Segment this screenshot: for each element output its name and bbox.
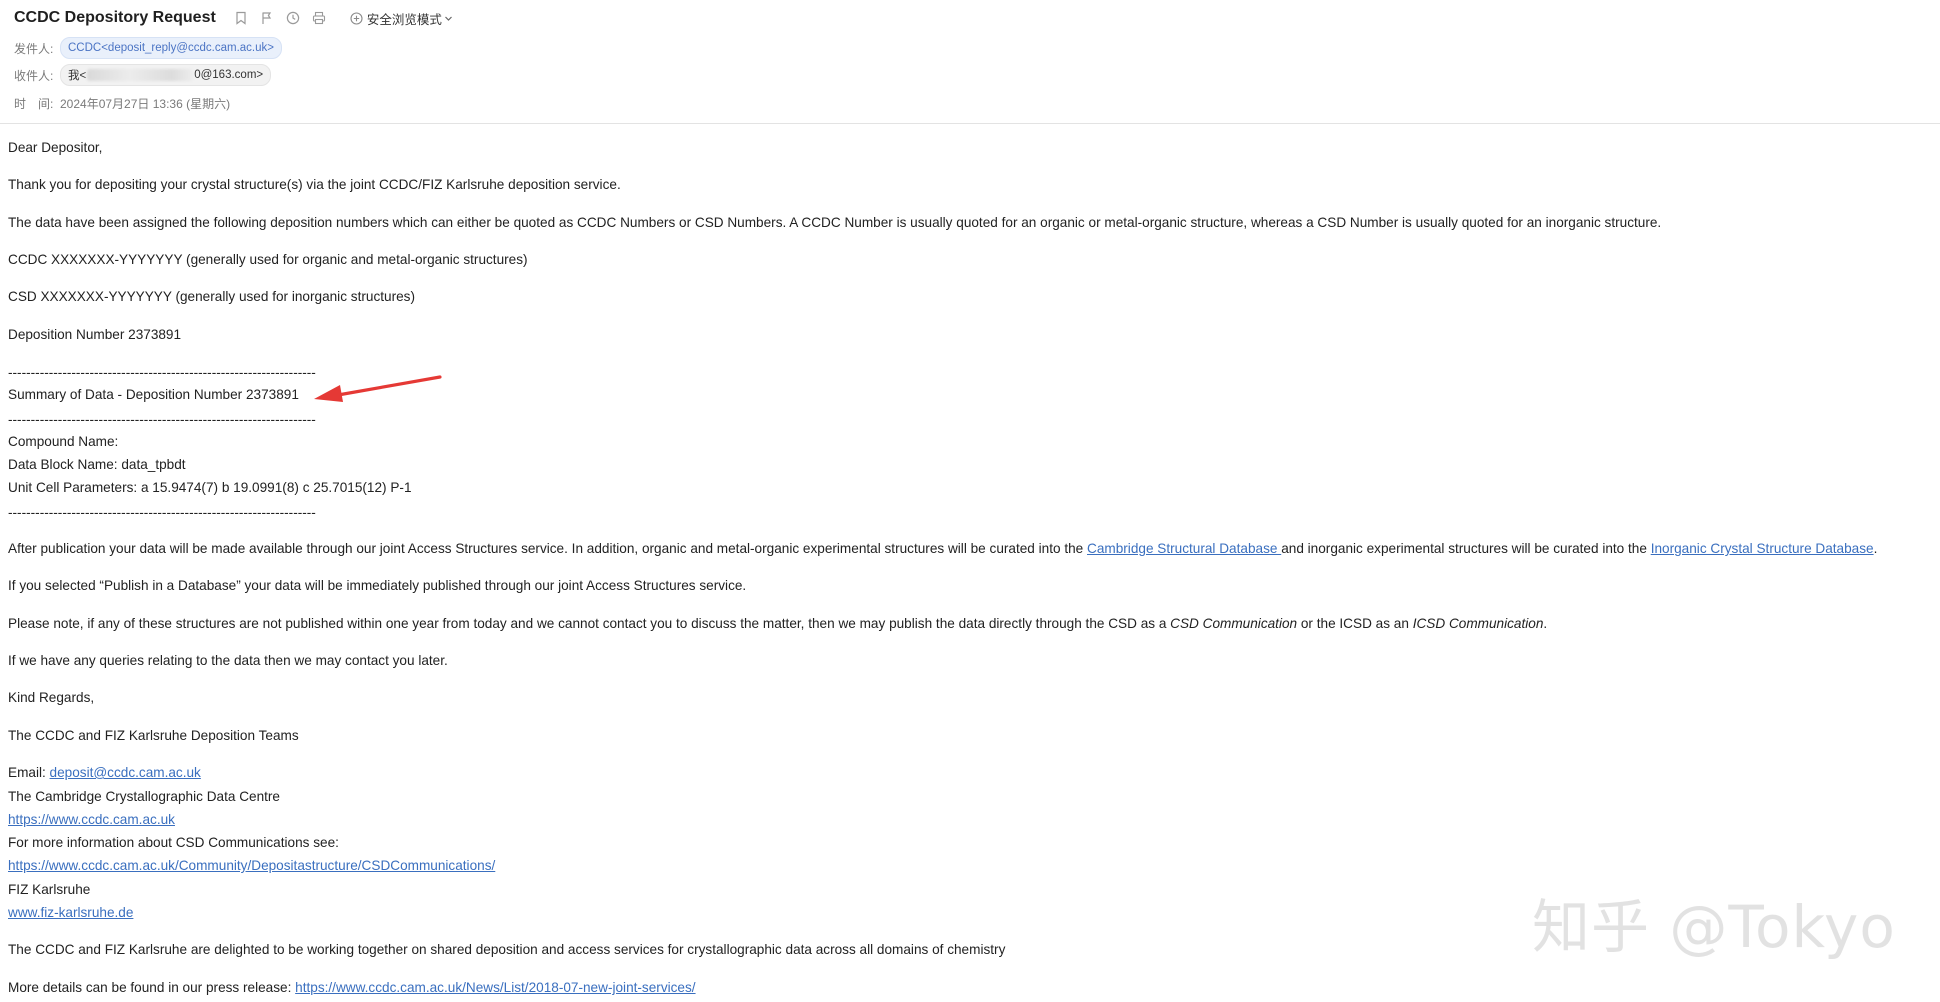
ccdc-url-line: https://www.ccdc.cam.ac.uk xyxy=(8,811,175,829)
data-block-name: Data Block Name: data_tpbdt xyxy=(8,457,186,472)
time-label: 时 间: xyxy=(14,96,54,111)
icsd-communication-term: ICSD Communication xyxy=(1412,616,1544,631)
flag-icon[interactable] xyxy=(258,9,276,27)
fiz-website-link[interactable]: www.fiz-karlsruhe.de xyxy=(8,905,133,920)
publish-database-paragraph: If you selected “Publish in a Database” … xyxy=(8,578,747,593)
signature-teams: The CCDC and FIZ Karlsruhe Deposition Te… xyxy=(8,728,299,743)
delighted-paragraph: The CCDC and FIZ Karlsruhe are delighted… xyxy=(8,942,1006,957)
note-text-1: Please note, if any of these structures … xyxy=(8,616,1171,631)
recipient-chip[interactable]: 我< 0@163.com> xyxy=(60,64,272,86)
sender-row: 发件人: CCDC<deposit_reply@ccdc.cam.ac.uk> xyxy=(14,37,282,59)
csd-communications-url-line: https://www.ccdc.cam.ac.uk/Community/Dep… xyxy=(8,857,495,875)
bookmark-icon[interactable] xyxy=(232,9,250,27)
press-release-line: More details can be found in our press r… xyxy=(8,979,696,997)
recipient-prefix: 我< xyxy=(68,70,87,82)
fiz-url-line: www.fiz-karlsruhe.de xyxy=(8,904,133,922)
note-paragraph: Please note, if any of these structures … xyxy=(8,615,1547,633)
recipient-label: 收件人: xyxy=(14,68,54,83)
divider: ----------------------------------------… xyxy=(8,412,316,427)
compound-name: Compound Name: xyxy=(8,434,119,449)
deposition-number: Deposition Number 2373891 xyxy=(8,327,182,342)
chevron-down-icon xyxy=(444,14,453,23)
divider: ----------------------------------------… xyxy=(8,505,316,520)
after-publication-text-2: and inorganic experimental structures wi… xyxy=(1281,541,1651,556)
after-publication-paragraph: After publication your data will be made… xyxy=(8,540,1877,558)
assigned-paragraph: The data have been assigned the followin… xyxy=(8,215,1662,230)
ccdc-website-link[interactable]: https://www.ccdc.cam.ac.uk xyxy=(8,812,175,827)
note-text-2: or the ICSD as an xyxy=(1297,616,1413,631)
safe-browsing-dropdown[interactable]: 安全浏览模式 xyxy=(350,9,453,28)
time-row: 时 间: 2024年07月27日 13:36 (星期六) xyxy=(14,92,230,114)
recipient-suffix: 0@163.com> xyxy=(194,69,264,81)
ccdc-full-name: The Cambridge Crystallographic Data Cent… xyxy=(8,789,280,804)
thanks-paragraph: Thank you for depositing your crystal st… xyxy=(8,177,621,192)
clock-icon[interactable] xyxy=(284,9,302,27)
note-text-3: . xyxy=(1543,616,1548,631)
deposit-email-link[interactable]: deposit@ccdc.cam.ac.uk xyxy=(50,765,201,780)
after-publication-text-1: After publication your data will be made… xyxy=(8,541,1088,556)
subject-row: CCDC Depository Request 安全浏览模式 xyxy=(14,6,453,30)
email-header: CCDC Depository Request 安全浏览模式 发件人: CCDC… xyxy=(0,0,1940,124)
csd-communications-link[interactable]: https://www.ccdc.cam.ac.uk/Community/Dep… xyxy=(8,858,495,873)
recipient-row: 收件人: 我< 0@163.com> xyxy=(14,64,272,86)
print-icon[interactable] xyxy=(310,9,328,27)
zhihu-watermark: 知乎 @Tokyo xyxy=(1532,893,1896,961)
redacted-address xyxy=(87,69,194,81)
after-publication-text-3: . xyxy=(1873,541,1878,556)
icsd-link[interactable]: Inorganic Crystal Structure Database xyxy=(1651,541,1874,556)
summary-title: Summary of Data - Deposition Number 2373… xyxy=(8,387,299,402)
csd-link[interactable]: Cambridge Structural Database xyxy=(1087,541,1281,556)
sender-chip[interactable]: CCDC<deposit_reply@ccdc.cam.ac.uk> xyxy=(60,37,282,59)
csd-number-line: CSD XXXXXXX-YYYYYYY (generally used for … xyxy=(8,289,415,304)
divider: ----------------------------------------… xyxy=(8,365,316,380)
email-label: Email: xyxy=(8,765,50,780)
fiz-name: FIZ Karlsruhe xyxy=(8,882,91,897)
queries-paragraph: If we have any queries relating to the d… xyxy=(8,653,448,668)
safe-browsing-label: 安全浏览模式 xyxy=(366,12,442,27)
ccdc-number-line: CCDC XXXXXXX-YYYYYYY (generally used for… xyxy=(8,252,528,267)
press-release-label: More details can be found in our press r… xyxy=(8,980,296,995)
kind-regards: Kind Regards, xyxy=(8,690,95,705)
press-release-link[interactable]: https://www.ccdc.cam.ac.uk/News/List/201… xyxy=(295,980,695,995)
more-info-line: For more information about CSD Communica… xyxy=(8,835,339,850)
unit-cell-parameters: Unit Cell Parameters: a 15.9474(7) b 19.… xyxy=(8,480,412,495)
sent-time: 2024年07月27日 13:36 (星期六) xyxy=(60,96,231,111)
sender-label: 发件人: xyxy=(14,41,54,56)
red-arrow-annotation xyxy=(314,375,442,402)
csd-communication-term: CSD Communication xyxy=(1170,616,1298,631)
email-subject: CCDC Depository Request xyxy=(14,9,216,26)
greeting: Dear Depositor, xyxy=(8,140,103,155)
email-line: Email: deposit@ccdc.cam.ac.uk xyxy=(8,764,201,782)
shield-plus-icon xyxy=(350,11,363,25)
